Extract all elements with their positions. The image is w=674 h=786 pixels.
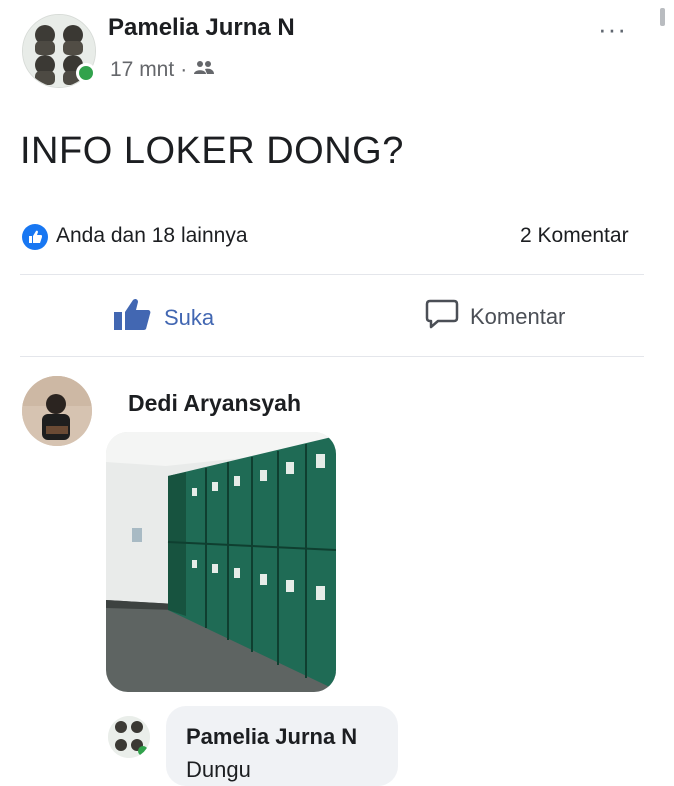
divider xyxy=(20,274,644,275)
like-label: Suka xyxy=(164,304,215,330)
online-status-icon xyxy=(76,63,96,83)
comment-count[interactable]: 2 Komentar xyxy=(520,224,629,248)
commenter-avatar-image xyxy=(22,376,92,446)
reply-avatar-image xyxy=(108,716,150,758)
reply-avatar[interactable] xyxy=(108,716,150,758)
like-button[interactable]: Suka xyxy=(112,298,214,337)
meta-separator: · xyxy=(180,58,188,81)
scrollbar-thumb[interactable] xyxy=(660,8,665,26)
comment-button[interactable]: Komentar xyxy=(424,298,565,335)
commenter-avatar[interactable] xyxy=(22,376,92,446)
friends-icon[interactable] xyxy=(193,58,215,82)
reply-author-name[interactable]: Pamelia Jurna N xyxy=(186,724,357,750)
divider xyxy=(20,356,644,357)
thumbs-up-icon xyxy=(112,298,152,337)
post-author-name[interactable]: Pamelia Jurna N xyxy=(108,14,295,42)
reactions-summary[interactable]: Anda dan 18 lainnya xyxy=(56,224,248,248)
like-badge-icon xyxy=(22,224,48,250)
reply-text: Dungu xyxy=(186,757,251,782)
lockers-photo[interactable] xyxy=(106,432,336,692)
commenter-name[interactable]: Dedi Aryansyah xyxy=(128,390,301,417)
more-options-icon[interactable]: ··· xyxy=(598,14,627,45)
comment-bubble-icon xyxy=(424,298,460,335)
comment-label: Komentar xyxy=(470,303,566,329)
post-body-text: INFO LOKER DONG? xyxy=(20,130,404,172)
post-time[interactable]: 17 mnt xyxy=(110,58,174,82)
post-meta: 17 mnt · xyxy=(110,58,215,82)
lockers-image xyxy=(106,432,336,692)
